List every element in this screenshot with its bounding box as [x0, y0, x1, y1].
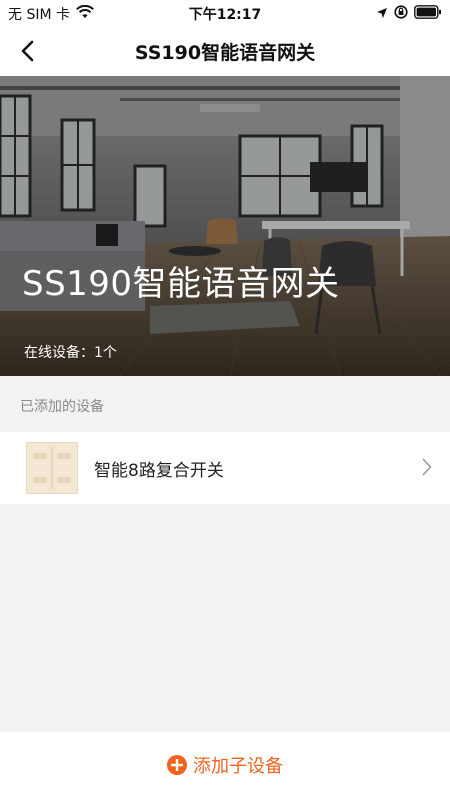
added-devices-header: 已添加的设备: [20, 399, 104, 415]
add-subdevice-content: 添加子设备: [167, 752, 283, 778]
switch-panel-thumbnail: [26, 442, 78, 494]
back-button[interactable]: [10, 34, 44, 68]
add-subdevice-label: 添加子设备: [193, 756, 283, 777]
online-devices-count: 在线设备：1个: [24, 342, 117, 362]
status-right: [376, 4, 442, 23]
rotation-lock-icon: [394, 4, 408, 23]
room-background-image: [0, 76, 450, 376]
chevron-right-icon: [422, 458, 432, 480]
device-name: 智能8路复合开关: [94, 461, 224, 481]
online-devices-label: 在线设备：1个: [24, 345, 117, 361]
add-subdevice-button[interactable]: 添加子设备: [0, 732, 450, 800]
status-bar: 无 SIM 卡 下午12:17: [0, 0, 450, 26]
battery-icon: [414, 4, 442, 23]
navigation-bar: SS190智能语音网关: [0, 26, 450, 76]
location-arrow-icon: [376, 4, 388, 23]
page-title: SS190智能语音网关: [134, 42, 316, 64]
device-row[interactable]: 智能8路复合开关: [0, 432, 450, 504]
hero-title: SS190智能语音网关: [22, 264, 340, 304]
plus-circle-icon: [167, 755, 187, 775]
hero-banner: SS190智能语音网关 在线设备：1个: [0, 76, 450, 376]
chevron-left-icon: [21, 40, 34, 62]
